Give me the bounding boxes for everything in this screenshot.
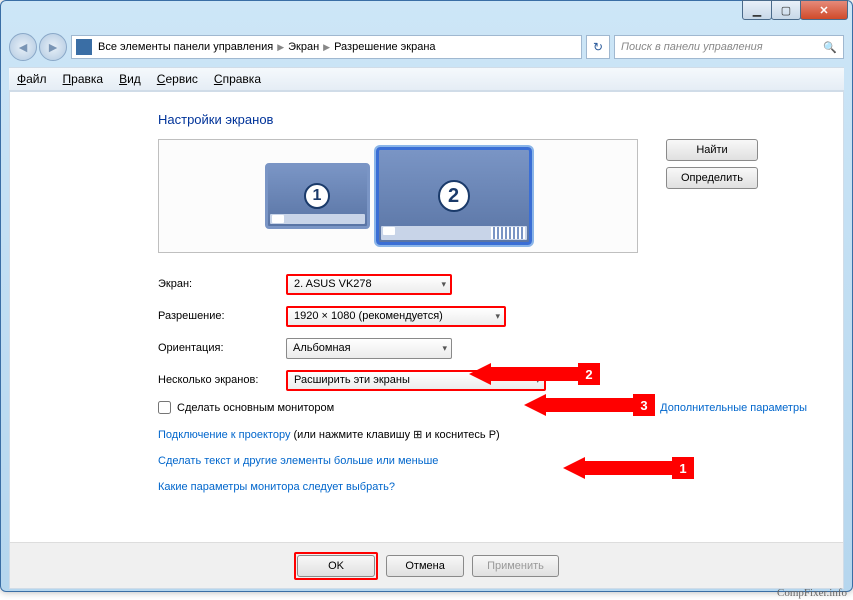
monitor-number: 2: [438, 180, 470, 212]
make-main-checkbox[interactable]: [158, 401, 171, 414]
multiple-label: Несколько экранов:: [158, 374, 286, 386]
maximize-button[interactable]: ▢: [771, 0, 801, 20]
search-input[interactable]: Поиск в панели управления 🔍: [614, 35, 844, 59]
back-button[interactable]: ◄: [9, 33, 37, 61]
menu-file[interactable]: Файл: [17, 72, 47, 86]
resolution-label: Разрешение:: [158, 310, 286, 322]
textsize-link[interactable]: Сделать текст и другие элементы больше и…: [158, 455, 807, 467]
menubar: Файл Правка Вид Сервис Справка: [9, 67, 844, 91]
content-area: Настройки экранов 1 2 Найти Определить: [9, 91, 844, 589]
control-panel-icon: [76, 39, 92, 55]
projector-link[interactable]: Подключение к проектору (или нажмите кла…: [158, 428, 807, 441]
resolution-select[interactable]: 1920 × 1080 (рекомендуется): [286, 306, 506, 327]
advanced-settings-link[interactable]: Дополнительные параметры: [660, 402, 807, 414]
monitor-number: 1: [304, 183, 330, 209]
breadcrumb[interactable]: Все элементы панели управления ▶ Экран ▶…: [71, 35, 582, 59]
taskbar-icon: [270, 214, 365, 224]
menu-view[interactable]: Вид: [119, 72, 141, 86]
screen-select[interactable]: 2. ASUS VK278: [286, 274, 452, 295]
minimize-button[interactable]: ▁: [742, 0, 772, 20]
menu-help[interactable]: Справка: [214, 72, 261, 86]
page-title: Настройки экранов: [158, 112, 807, 127]
cancel-button[interactable]: Отмена: [386, 555, 464, 577]
address-bar: ◄ ► Все элементы панели управления ▶ Экр…: [9, 31, 844, 63]
breadcrumb-item[interactable]: Разрешение экрана: [334, 41, 435, 53]
chevron-right-icon: ▶: [277, 42, 284, 53]
nav-buttons: ◄ ►: [9, 33, 67, 61]
orientation-select[interactable]: Альбомная: [286, 338, 452, 359]
identify-button[interactable]: Определить: [666, 167, 758, 189]
screen-label: Экран:: [158, 278, 286, 290]
dialog-footer: OK Отмена Применить: [10, 542, 843, 588]
monitors-preview[interactable]: 1 2: [158, 139, 638, 253]
menu-edit[interactable]: Правка: [63, 72, 104, 86]
menu-tools[interactable]: Сервис: [157, 72, 198, 86]
breadcrumb-item[interactable]: Экран: [288, 41, 319, 53]
callout-arrow-1: 1: [563, 457, 694, 479]
close-button[interactable]: ✕: [800, 0, 848, 20]
breadcrumb-item[interactable]: Все элементы панели управления: [98, 41, 273, 53]
make-main-label: Сделать основным монитором: [177, 402, 334, 414]
refresh-button[interactable]: ↻: [586, 35, 610, 59]
ok-button[interactable]: OK: [297, 555, 375, 577]
explorer-window: ▁ ▢ ✕ ◄ ► Все элементы панели управления…: [0, 0, 853, 592]
watermark: CompFixer.info: [777, 587, 847, 599]
callout-arrow-2: 2: [469, 363, 600, 385]
find-button[interactable]: Найти: [666, 139, 758, 161]
which-settings-link[interactable]: Какие параметры монитора следует выбрать…: [158, 481, 807, 493]
chevron-right-icon: ▶: [323, 42, 330, 53]
window-buttons: ▁ ▢ ✕: [743, 0, 848, 20]
apply-button[interactable]: Применить: [472, 555, 559, 577]
forward-button[interactable]: ►: [39, 33, 67, 61]
search-icon: 🔍: [823, 41, 837, 54]
monitor-2-selected[interactable]: 2: [376, 147, 532, 245]
ok-highlight: OK: [294, 552, 378, 580]
orientation-label: Ориентация:: [158, 342, 286, 354]
titlebar: ▁ ▢ ✕: [1, 1, 852, 31]
windows-key-icon: ⊞: [413, 429, 422, 441]
callout-arrow-3: 3: [524, 394, 655, 416]
taskbar-icon: [381, 226, 527, 240]
search-placeholder: Поиск в панели управления: [621, 41, 763, 53]
monitor-1[interactable]: 1: [265, 163, 370, 229]
